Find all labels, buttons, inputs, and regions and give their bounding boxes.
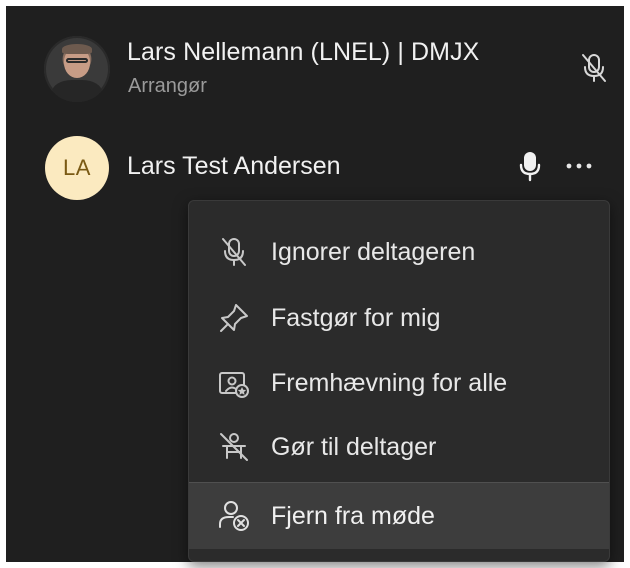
menu-item-pin[interactable]: Fastgør for mig [189,287,609,349]
avatar[interactable] [44,36,110,102]
menu-item-label: Fastgør for mig [271,303,441,332]
menu-item-mute[interactable]: Ignorer deltageren [189,221,609,283]
mic-off-icon [217,235,251,269]
menu-item-label: Ignorer deltageren [271,237,476,266]
participant-context-menu: Ignorer deltageren Fastgør for mig Fremh… [188,200,610,562]
menu-item-spotlight[interactable]: Fremhævning for alle [189,352,609,414]
mic-off-icon[interactable] [576,50,612,86]
avatar[interactable]: LA [45,136,109,200]
participant-name[interactable]: Lars Nellemann (LNEL) | DMJX [127,38,479,67]
spotlight-icon [217,366,251,400]
remove-presenter-icon [217,430,251,464]
menu-item-remove[interactable]: Fjern fra møde [189,482,609,549]
menu-item-label: Fremhævning for alle [271,368,508,397]
mic-icon[interactable] [515,148,545,184]
more-options-icon[interactable] [562,156,596,176]
participant-name[interactable]: Lars Test Andersen [127,152,341,181]
participants-panel: Lars Nellemann (LNEL) | DMJX Arrangør LA… [6,6,624,562]
pin-icon [217,301,251,335]
menu-item-make-attendee[interactable]: Gør til deltager [189,416,609,478]
menu-item-label: Gør til deltager [271,432,437,461]
participant-role: Arrangør [128,75,207,97]
menu-item-label: Fjern fra møde [271,501,435,530]
remove-person-icon [217,499,251,533]
